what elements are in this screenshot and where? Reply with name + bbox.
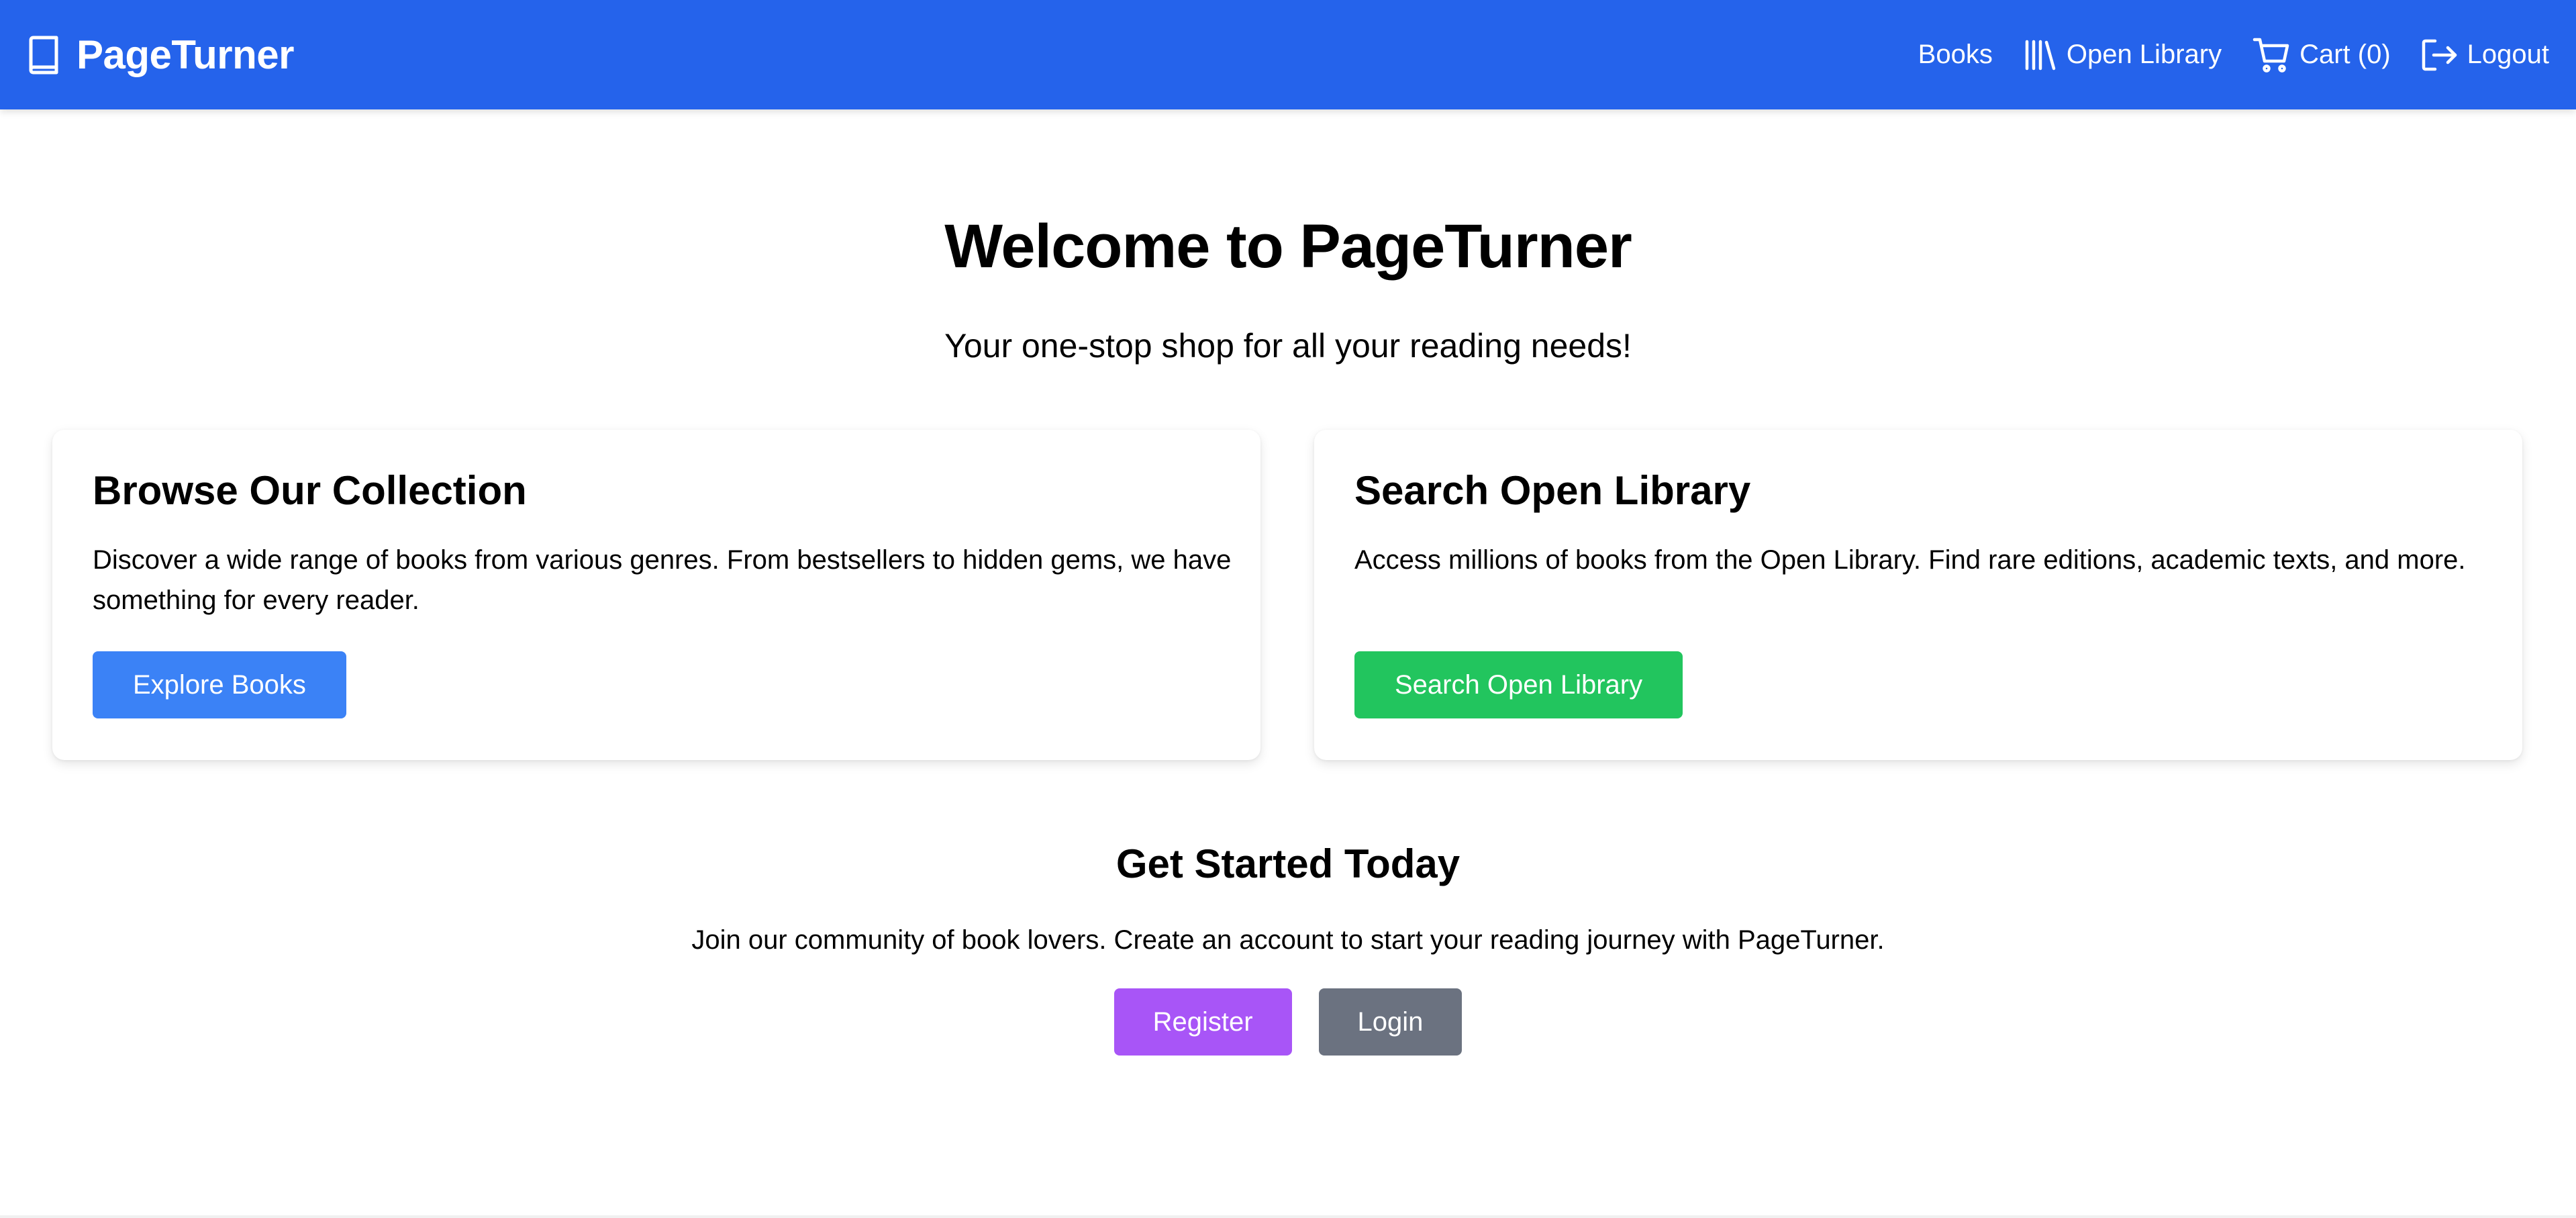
get-started-actions: Register Login <box>0 988 2576 1056</box>
explore-books-button[interactable]: Explore Books <box>93 651 346 718</box>
cart-icon <box>2252 36 2290 74</box>
browse-card-title: Browse Our Collection <box>93 468 527 513</box>
nav-books-label: Books <box>1918 40 1993 69</box>
main-nav: Books Open Library Cart (0) Logout <box>1918 36 2549 74</box>
page-title: Welcome to PageTurner <box>944 212 1632 281</box>
book-icon <box>27 35 60 75</box>
logout-icon <box>2422 38 2458 72</box>
get-started-title: Get Started Today <box>1116 841 1460 886</box>
bottom-divider <box>0 1215 2576 1218</box>
brand-title: PageTurner <box>77 32 294 77</box>
nav-open-library[interactable]: Open Library <box>2024 39 2222 71</box>
library-icon <box>2024 39 2057 71</box>
search-card-text: Access millions of books from the Open L… <box>1354 545 2466 575</box>
search-open-library-card: Search Open Library Access millions of b… <box>1314 430 2522 760</box>
top-navbar: PageTurner Books Open Library Cart (0) L… <box>0 0 2576 109</box>
search-card-title: Search Open Library <box>1354 468 1751 513</box>
register-button[interactable]: Register <box>1113 988 1292 1056</box>
login-button[interactable]: Login <box>1318 988 1463 1056</box>
nav-books[interactable]: Books <box>1918 40 1993 70</box>
page-subtitle: Your one-stop shop for all your reading … <box>944 327 1632 365</box>
get-started-text: Join our community of book lovers. Creat… <box>691 925 1885 955</box>
nav-cart-label: Cart (0) <box>2299 40 2391 69</box>
nav-logout-label: Logout <box>2467 40 2549 69</box>
brand-link[interactable]: PageTurner <box>27 32 294 78</box>
search-open-library-button[interactable]: Search Open Library <box>1354 651 1683 718</box>
nav-open-library-label: Open Library <box>2066 40 2222 69</box>
nav-cart[interactable]: Cart (0) <box>2252 36 2391 74</box>
nav-logout[interactable]: Logout <box>2422 38 2549 72</box>
browse-card-text: Discover a wide range of books from vari… <box>93 545 1232 615</box>
browse-collection-card: Browse Our Collection Discover a wide ra… <box>52 430 1260 760</box>
